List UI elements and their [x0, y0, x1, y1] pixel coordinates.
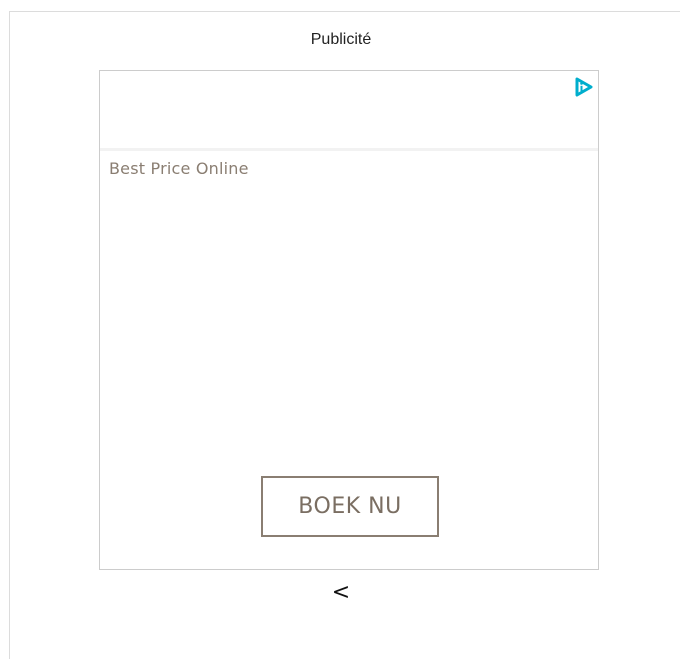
- ad-tagline: Best Price Online: [109, 159, 249, 178]
- previous-button[interactable]: <: [1, 580, 680, 605]
- ad-header: [100, 71, 598, 151]
- adchoices-icon[interactable]: [570, 73, 598, 101]
- book-now-button[interactable]: BOEK NU: [261, 476, 439, 537]
- ad-container: Publicité Best Price Online BOEK NU <: [9, 11, 680, 659]
- ad-banner[interactable]: Best Price Online BOEK NU: [99, 70, 599, 570]
- ad-label: Publicité: [310, 31, 372, 48]
